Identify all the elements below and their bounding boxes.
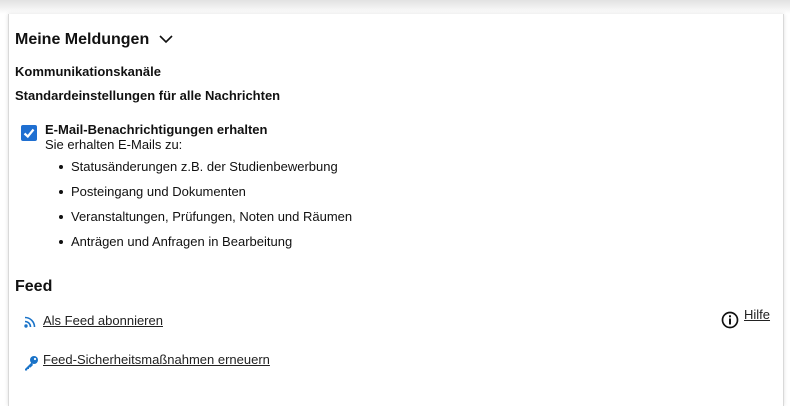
list-item: Statusänderungen z.B. der Studienbewerbu… [59, 154, 352, 179]
chevron-down-icon[interactable] [159, 31, 173, 49]
renew-feed-security-link[interactable]: Feed-Sicherheitsmaßnahmen erneuern [43, 352, 270, 367]
email-notifications-checkbox[interactable] [21, 125, 37, 141]
key-icon [25, 356, 38, 371]
subscribe-feed-link[interactable]: Als Feed abonnieren [43, 313, 163, 328]
window-top-shadow [0, 0, 790, 14]
defaults-heading: Standardeinstellungen für alle Nachricht… [15, 88, 281, 103]
email-notifications-description: Sie erhalten E-Mails zu: [45, 137, 183, 152]
list-item: Posteingang und Dokumenten [59, 179, 352, 204]
list-item: Veranstaltungen, Prüfungen, Noten und Rä… [59, 204, 352, 229]
checkmark-icon [23, 128, 35, 139]
channels-heading: Kommunikationskanäle [15, 64, 161, 79]
section-title-label: Meine Meldungen [15, 31, 150, 48]
feed-heading: Feed [15, 278, 53, 295]
email-notifications-label[interactable]: E-Mail-Benachrichtigungen erhalten [45, 122, 267, 137]
section-title-meine-meldungen[interactable]: Meine Meldungen [15, 31, 173, 49]
info-circle-icon[interactable] [721, 311, 739, 329]
list-item: Anträgen und Anfragen in Bearbeitung [59, 229, 352, 254]
rss-icon [24, 316, 36, 328]
email-topics-list: Statusänderungen z.B. der Studienbewerbu… [59, 154, 352, 254]
meldungen-panel: Meine Meldungen Kommunikationskanäle Sta… [8, 14, 784, 406]
help-link[interactable]: Hilfe [744, 307, 770, 322]
